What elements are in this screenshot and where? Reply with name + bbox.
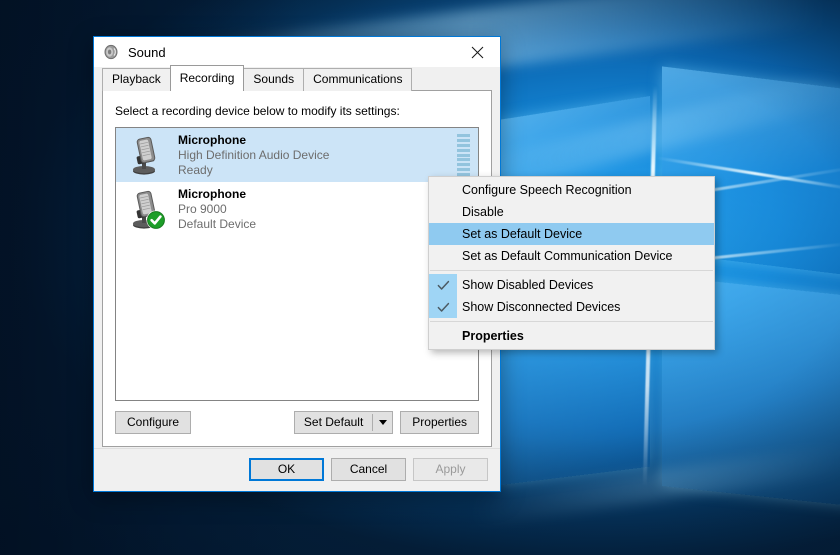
menu-item-label: Set as Default Device (457, 227, 582, 241)
menu-item-label: Show Disabled Devices (457, 278, 593, 292)
menu-item-label: Configure Speech Recognition (457, 183, 632, 197)
speaker-icon (103, 44, 119, 60)
microphone-icon (124, 186, 170, 232)
device-list-item[interactable]: Microphone Pro 9000 Default Device (116, 182, 478, 236)
device-list-item[interactable]: Microphone High Definition Audio Device … (116, 128, 478, 182)
cancel-button[interactable]: Cancel (331, 458, 406, 481)
device-info: Microphone High Definition Audio Device … (178, 133, 457, 178)
close-icon[interactable] (455, 37, 500, 67)
configure-button[interactable]: Configure (115, 411, 191, 434)
tab-label: Recording (180, 71, 235, 85)
microphone-icon (124, 132, 170, 178)
menu-item-label: Properties (457, 329, 524, 343)
apply-button: Apply (413, 458, 488, 481)
dialog-footer: OK Cancel Apply (94, 448, 500, 491)
properties-button[interactable]: Properties (400, 411, 479, 434)
device-status: Ready (178, 163, 457, 178)
default-device-badge-icon (147, 211, 166, 230)
device-context-menu: Configure Speech Recognition Disable Set… (428, 176, 715, 350)
menu-item-configure-speech-recognition[interactable]: Configure Speech Recognition (429, 179, 714, 201)
ok-button[interactable]: OK (249, 458, 324, 481)
tab-label: Playback (112, 72, 161, 86)
menu-item-show-disconnected-devices[interactable]: Show Disconnected Devices (429, 296, 714, 318)
level-meter (457, 134, 470, 176)
tab-playback[interactable]: Playback (102, 68, 171, 91)
menu-gutter (429, 296, 457, 318)
device-description: High Definition Audio Device (178, 148, 457, 163)
tab-label: Communications (313, 72, 402, 86)
menu-gutter (429, 223, 457, 245)
menu-item-label: Disable (457, 205, 504, 219)
menu-gutter (429, 179, 457, 201)
tab-strip: Playback Recording Sounds Communications (102, 67, 500, 91)
tab-label: Sounds (253, 72, 294, 86)
device-action-buttons: Configure Set Default Properties (103, 401, 491, 446)
menu-item-label: Show Disconnected Devices (457, 300, 620, 314)
tab-communications[interactable]: Communications (303, 68, 412, 91)
tab-recording[interactable]: Recording (170, 65, 245, 91)
tab-sounds[interactable]: Sounds (243, 68, 304, 91)
window-title: Sound (128, 45, 166, 60)
menu-separator (430, 270, 713, 271)
menu-item-disable[interactable]: Disable (429, 201, 714, 223)
title-bar[interactable]: Sound (94, 37, 500, 67)
set-default-split-button[interactable]: Set Default (294, 411, 393, 434)
menu-item-label: Set as Default Communication Device (457, 249, 673, 263)
panel-instruction-label: Select a recording device below to modif… (103, 91, 491, 127)
menu-item-show-disabled-devices[interactable]: Show Disabled Devices (429, 274, 714, 296)
menu-item-set-as-default-communication-device[interactable]: Set as Default Communication Device (429, 245, 714, 267)
menu-gutter (429, 245, 457, 267)
device-name: Microphone (178, 133, 457, 148)
menu-item-properties[interactable]: Properties (429, 325, 714, 347)
chevron-down-icon[interactable] (373, 412, 392, 433)
menu-item-set-as-default-device[interactable]: Set as Default Device (429, 223, 714, 245)
checkmark-icon (437, 280, 450, 291)
checkmark-icon (437, 302, 450, 313)
menu-gutter (429, 325, 457, 347)
set-default-button-label: Set Default (295, 412, 372, 433)
recording-device-list[interactable]: Microphone High Definition Audio Device … (115, 127, 479, 401)
menu-gutter (429, 274, 457, 296)
menu-separator (430, 321, 713, 322)
menu-gutter (429, 201, 457, 223)
